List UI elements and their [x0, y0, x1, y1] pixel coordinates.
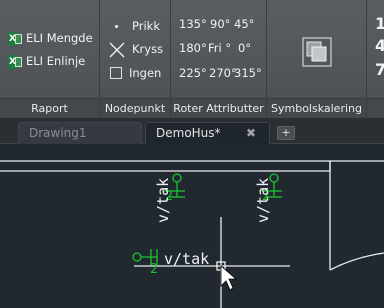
ribbon: X ELI Mengde X ELI Enlinje Raport Prikk …: [0, 0, 384, 118]
mouse-cursor-icon: [220, 265, 238, 291]
panel-symbolskalering: Symbolskalering: [267, 0, 367, 118]
overflow-char-2[interactable]: 4: [375, 36, 384, 55]
label-v-tak: v/tak: [254, 178, 272, 223]
panel-title-nodepunkt: Nodepunkt: [100, 98, 170, 118]
rotate-free-button[interactable]: Fri °: [208, 41, 231, 55]
overflow-char-1[interactable]: 1: [375, 14, 384, 33]
tab-demohus[interactable]: DemoHus* ✖: [145, 122, 270, 144]
tab-label: Drawing1: [29, 126, 87, 140]
eli-enlinje-label: ELI Enlinje: [26, 54, 86, 68]
kryss-label: Kryss: [132, 42, 164, 56]
close-icon[interactable]: ✖: [246, 123, 256, 144]
rotate-180-button[interactable]: 180°: [179, 41, 207, 55]
rotate-0-button[interactable]: 0°: [238, 41, 251, 55]
document-tab-bar: Drawing1 DemoHus* ✖ +: [0, 118, 384, 144]
rotate-315-button[interactable]: 315°: [234, 66, 262, 80]
overflow-char-3[interactable]: 7: [375, 60, 384, 79]
ingen-label: Ingen: [129, 66, 162, 80]
kryss-button[interactable]: Kryss: [106, 40, 168, 58]
panel-title-raport: Raport: [0, 98, 99, 118]
panel-overflow: 1 4 7: [367, 0, 384, 118]
drawing-canvas[interactable]: 2 2 2 v/tak v/tak v/tak: [0, 145, 384, 308]
tab-label: DemoHus*: [156, 126, 221, 140]
ingen-button[interactable]: Ingen: [106, 64, 168, 82]
symbol-number: 2: [150, 262, 158, 277]
rotate-270-button[interactable]: 270°: [209, 66, 237, 80]
eli-enlinje-button[interactable]: X ELI Enlinje: [6, 53, 98, 71]
label-v-tak: v/tak: [154, 178, 172, 223]
panel-roter-attributter: 135° 90° 45° 180° Fri ° 0° 225° 270° 315…: [171, 0, 267, 118]
panel-title-symbolskalering: Symbolskalering: [267, 98, 366, 118]
prikk-button[interactable]: Prikk: [106, 17, 168, 35]
panel-raport: X ELI Mengde X ELI Enlinje Raport: [0, 0, 100, 118]
rotate-90-button[interactable]: 90°: [210, 17, 230, 31]
eli-mengde-label: ELI Mengde: [26, 31, 93, 45]
excel-icon: X: [8, 32, 22, 46]
prikk-label: Prikk: [132, 19, 160, 33]
panel-nodepunkt: Prikk Kryss Ingen Nodepunkt: [100, 0, 171, 118]
dot-icon: [115, 25, 118, 28]
empty-box-icon: [110, 67, 122, 79]
scale-icon: [302, 37, 332, 67]
panel-title-overflow: [367, 98, 384, 118]
walls: [0, 160, 384, 308]
rotate-225-button[interactable]: 225°: [179, 66, 207, 80]
panel-title-roter-attributter: Roter Attributter: [171, 98, 266, 118]
symbolskalering-button[interactable]: [297, 30, 337, 74]
cross-icon: [109, 42, 125, 58]
rotate-135-button[interactable]: 135°: [179, 17, 207, 31]
tab-drawing1[interactable]: Drawing1: [18, 122, 142, 144]
eli-mengde-button[interactable]: X ELI Mengde: [6, 30, 98, 48]
new-tab-button[interactable]: +: [277, 126, 295, 140]
excel-icon: X: [8, 55, 22, 69]
label-v-tak: v/tak: [164, 250, 209, 268]
drawing-svg: 2 2 2 v/tak v/tak v/tak: [0, 160, 384, 308]
rotate-45-button[interactable]: 45°: [234, 17, 254, 31]
